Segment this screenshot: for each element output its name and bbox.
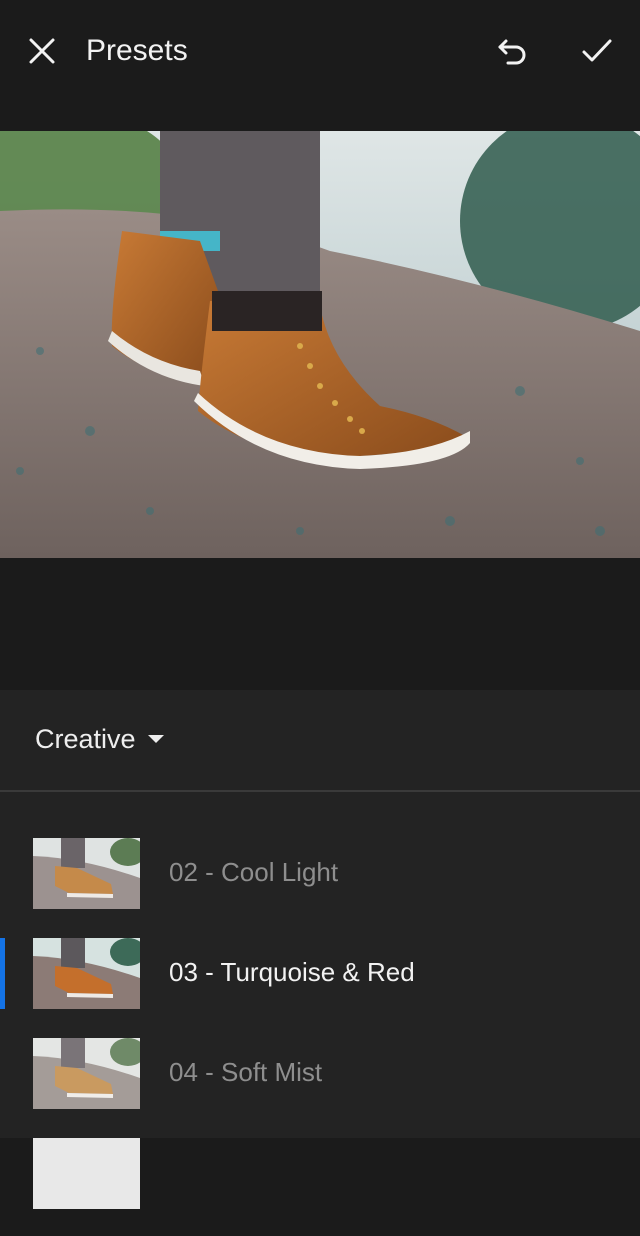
category-label: Creative: [35, 723, 136, 754]
preset-list: 02 - Cool Light 03 - Turquoise & Red 04 …: [0, 836, 640, 1236]
selection-indicator: [0, 938, 5, 1009]
preset-item[interactable]: 02 - Cool Light: [0, 836, 640, 936]
preset-thumbnail: [33, 1038, 140, 1109]
page-title: Presets: [86, 34, 188, 67]
top-bar: Presets: [0, 0, 640, 102]
undo-icon: [498, 39, 526, 65]
preset-item-selected[interactable]: 03 - Turquoise & Red: [0, 936, 640, 1036]
preset-label: 04 - Soft Mist: [169, 1057, 323, 1087]
preset-item-partial[interactable]: [0, 1136, 640, 1236]
undo-button[interactable]: [488, 27, 536, 75]
photo-preview[interactable]: [0, 131, 640, 558]
preset-item[interactable]: 04 - Soft Mist: [0, 1036, 640, 1136]
preset-label: 02 - Cool Light: [169, 857, 339, 887]
preset-thumbnail: [33, 938, 140, 1009]
photo-image: [0, 131, 640, 558]
preset-thumbnail: [33, 838, 140, 909]
preset-thumbnail: [33, 1138, 140, 1209]
caret-down-icon: [147, 735, 164, 743]
presets-panel: Creative 02 - Cool Light 03 - Turquoise …: [0, 690, 640, 1209]
close-button[interactable]: [18, 27, 66, 75]
close-icon: [29, 38, 55, 64]
done-button[interactable]: [573, 27, 621, 75]
checkmark-icon: [582, 39, 612, 62]
category-dropdown[interactable]: Creative: [35, 714, 164, 764]
preset-label: 03 - Turquoise & Red: [169, 957, 415, 987]
divider: [0, 790, 640, 792]
